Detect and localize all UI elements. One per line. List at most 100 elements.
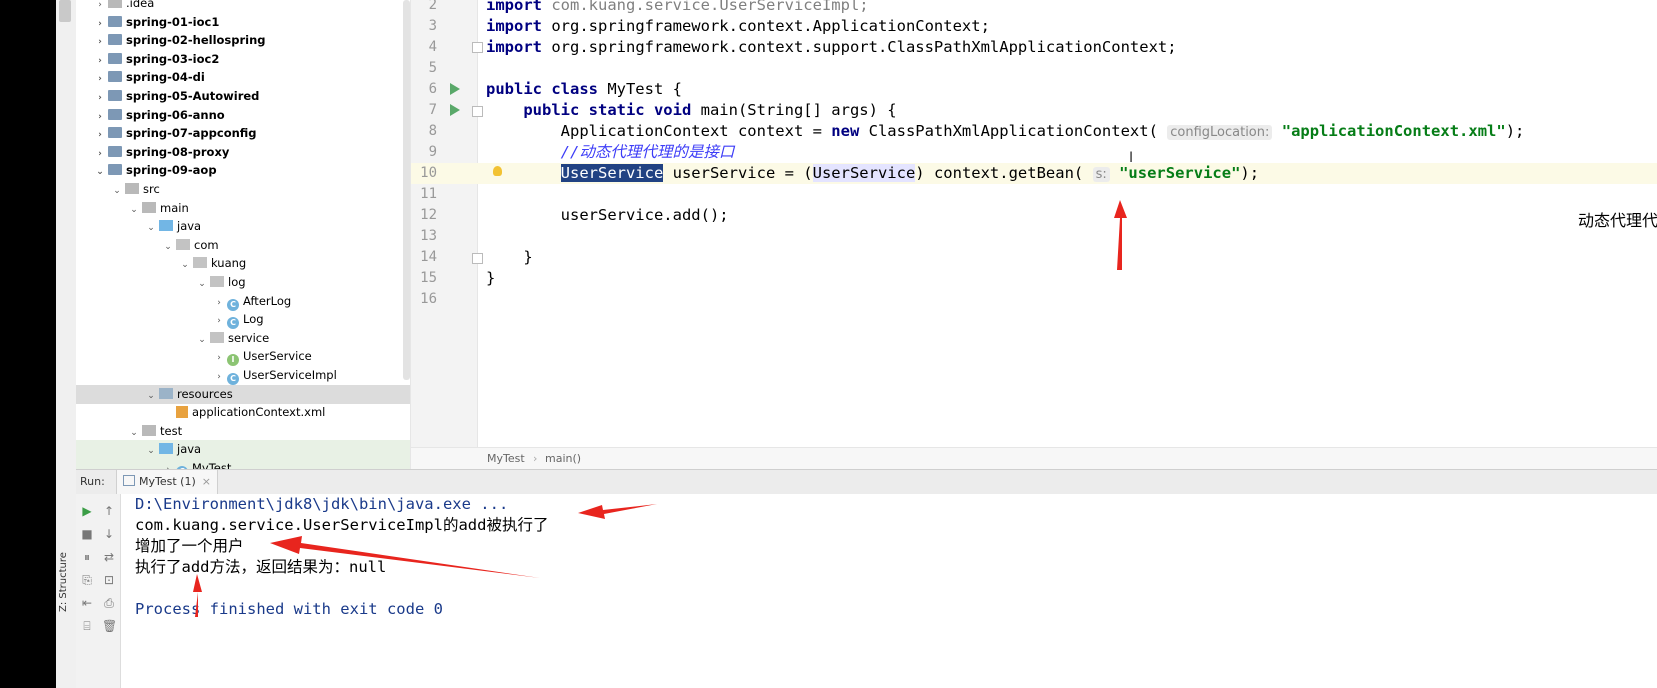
fold-method-icon[interactable] [472, 106, 483, 117]
console-line: D:\Environment\jdk8\jdk\bin\java.exe ... [135, 495, 509, 513]
fold-imports-icon[interactable] [472, 42, 483, 53]
run-tab-mytest[interactable]: MyTest (1) × [116, 470, 218, 494]
tree-item[interactable]: › spring-02-hellospring [76, 31, 410, 50]
code-text[interactable]: public static void main(String[] args) { [486, 100, 896, 121]
tree-item[interactable]: › .idea [76, 0, 410, 13]
tree-item[interactable]: ⌄ java [76, 217, 410, 236]
tree-item[interactable]: ⌄ main [76, 199, 410, 218]
tree-item[interactable]: › C AfterLog [76, 292, 410, 311]
src-folder-icon [159, 443, 173, 455]
tree-item[interactable]: ⌄ com [76, 236, 410, 255]
tree-item-label: .idea [126, 0, 155, 10]
code-text[interactable]: import org.springframework.context.suppo… [486, 37, 1177, 58]
close-icon[interactable]: × [202, 475, 211, 488]
tree-item[interactable]: › spring-08-proxy [76, 143, 410, 162]
code-text[interactable]: } [486, 247, 532, 268]
print-icon[interactable]: ⎙ [102, 596, 116, 610]
trash-icon[interactable]: 🗑 [102, 619, 117, 633]
fold-end-icon[interactable] [472, 253, 483, 264]
breadcrumb-method[interactable]: main() [545, 448, 581, 470]
code-line[interactable]: 2 import com.kuang.service.UserServiceImp… [411, 0, 1657, 16]
pause-icon[interactable]: ⏸ [80, 550, 94, 564]
tree-item[interactable]: › spring-04-di [76, 68, 410, 87]
tree-item[interactable]: › spring-05-Autowired [76, 87, 410, 106]
code-area[interactable]: 2 import com.kuang.service.UserServiceImp… [411, 0, 1657, 447]
left-tool-strip: Z: Structure [56, 0, 77, 688]
package-icon [210, 331, 224, 343]
code-line[interactable]: 14 } [411, 247, 1657, 268]
code-text[interactable]: import org.springframework.context.Appli… [486, 16, 990, 37]
run-method-icon[interactable] [450, 104, 460, 116]
project-tree-scrollbar[interactable] [403, 0, 410, 380]
tree-item[interactable]: › I UserService [76, 347, 410, 367]
tree-item[interactable]: ⌄ service [76, 329, 410, 348]
text-cursor-icon: I [1129, 150, 1134, 166]
line-number: 7 [428, 102, 437, 118]
code-text[interactable]: import com.kuang.service.UserServiceImpl… [486, 0, 869, 16]
tree-item[interactable]: ⌄ spring-09-aop [76, 161, 410, 180]
code-line[interactable]: 4 import org.springframework.context.supp… [411, 37, 1657, 58]
rerun-icon[interactable]: ▶ [80, 504, 94, 518]
console-line: Process finished with exit code 0 [135, 600, 443, 618]
restore-layout-icon[interactable]: ⇤ [80, 596, 94, 610]
xml-icon [176, 406, 188, 419]
line-number: 2 [428, 0, 437, 13]
tree-item[interactable]: › spring-06-anno [76, 106, 410, 125]
dump-threads-icon[interactable]: ⎘ [80, 573, 94, 587]
structure-tool-tab[interactable]: Z: Structure [58, 552, 69, 612]
layout-icon[interactable]: ⌸ [80, 619, 94, 633]
package-icon [176, 238, 190, 250]
code-line[interactable]: 11 [411, 184, 1657, 205]
code-line[interactable]: 9 //动态代理代理的是接口 [411, 142, 1657, 163]
tree-item[interactable]: › C UserServiceImpl [76, 366, 410, 385]
soft-wrap-icon[interactable]: ⇄ [102, 550, 116, 564]
project-tool-tab[interactable] [59, 0, 71, 22]
code-line[interactable]: 7 public static void main(String[] args)… [411, 100, 1657, 121]
tree-item[interactable]: ⌄ test [76, 422, 410, 441]
tree-item[interactable]: › C Log [76, 310, 410, 330]
tree-item[interactable]: applicationContext.xml [76, 403, 410, 422]
tree-item[interactable]: ⌄ java [76, 440, 410, 460]
tree-item-label: log [228, 275, 246, 289]
tree-item[interactable]: › spring-01-ioc1 [76, 13, 410, 32]
lightbulb-icon[interactable] [493, 166, 502, 176]
code-line[interactable]: 3 import org.springframework.context.Appl… [411, 16, 1657, 37]
code-line[interactable]: 8 ApplicationContext context = new Class… [411, 121, 1657, 142]
code-text[interactable]: userService.add(); [486, 205, 729, 226]
code-line[interactable]: 12 userService.add(); [411, 205, 1657, 226]
code-text[interactable]: //动态代理代理的是接口 [486, 142, 735, 163]
tree-item[interactable]: ⌄ src [76, 180, 410, 199]
code-line[interactable]: 13 [411, 226, 1657, 247]
tree-item[interactable]: ⌄ resources [76, 384, 410, 404]
code-line[interactable]: 10 UserService userService = (UserServic… [411, 163, 1657, 184]
tree-item-label: kuang [211, 256, 247, 271]
code-line[interactable]: 6 public class MyTest { [411, 79, 1657, 100]
code-line[interactable]: 15} [411, 268, 1657, 289]
code-line[interactable]: 5 [411, 58, 1657, 79]
tree-item[interactable]: ⌄ kuang [76, 254, 410, 273]
code-text[interactable]: ApplicationContext context = new ClassPa… [486, 121, 1524, 143]
scroll-to-end-icon[interactable]: ⊡ [102, 573, 116, 587]
line-number: 6 [428, 81, 437, 97]
code-text[interactable]: public class MyTest { [486, 79, 682, 100]
tree-item[interactable]: › spring-03-ioc2 [76, 50, 410, 69]
code-text[interactable]: } [486, 268, 495, 289]
run-panel: Run: MyTest (1) × ▶ ■ ⏸ ⎘ ⇤ ⌸ ↑ ↓ ⇄ ⊡ ⎙ 🗑 D:\Enviro… [76, 469, 1657, 688]
scroll-up-icon[interactable]: ↑ [102, 504, 116, 518]
line-number: 15 [420, 270, 437, 286]
scroll-down-icon[interactable]: ↓ [102, 527, 116, 541]
stop-icon[interactable]: ■ [80, 527, 94, 541]
console-output[interactable]: D:\Environment\jdk8\jdk\bin\java.exe ...… [135, 494, 1635, 688]
line-number: 5 [428, 60, 437, 76]
tree-item[interactable]: ⌄ log [76, 273, 410, 292]
code-editor[interactable]: 2 import com.kuang.service.UserServiceImp… [410, 0, 1657, 470]
line-number: 16 [420, 291, 437, 307]
module-icon [108, 145, 122, 157]
breadcrumb-class[interactable]: MyTest [487, 448, 525, 470]
run-class-icon[interactable] [450, 83, 460, 95]
tree-item[interactable]: › spring-07-appconfig [76, 124, 410, 143]
module-icon [108, 127, 122, 139]
code-line[interactable]: 16 [411, 289, 1657, 310]
code-text[interactable]: UserService userService = (UserService) … [486, 163, 1259, 185]
project-tree[interactable]: › .idea › spring-01-ioc1 › spring-02-hellospr… [76, 0, 410, 493]
